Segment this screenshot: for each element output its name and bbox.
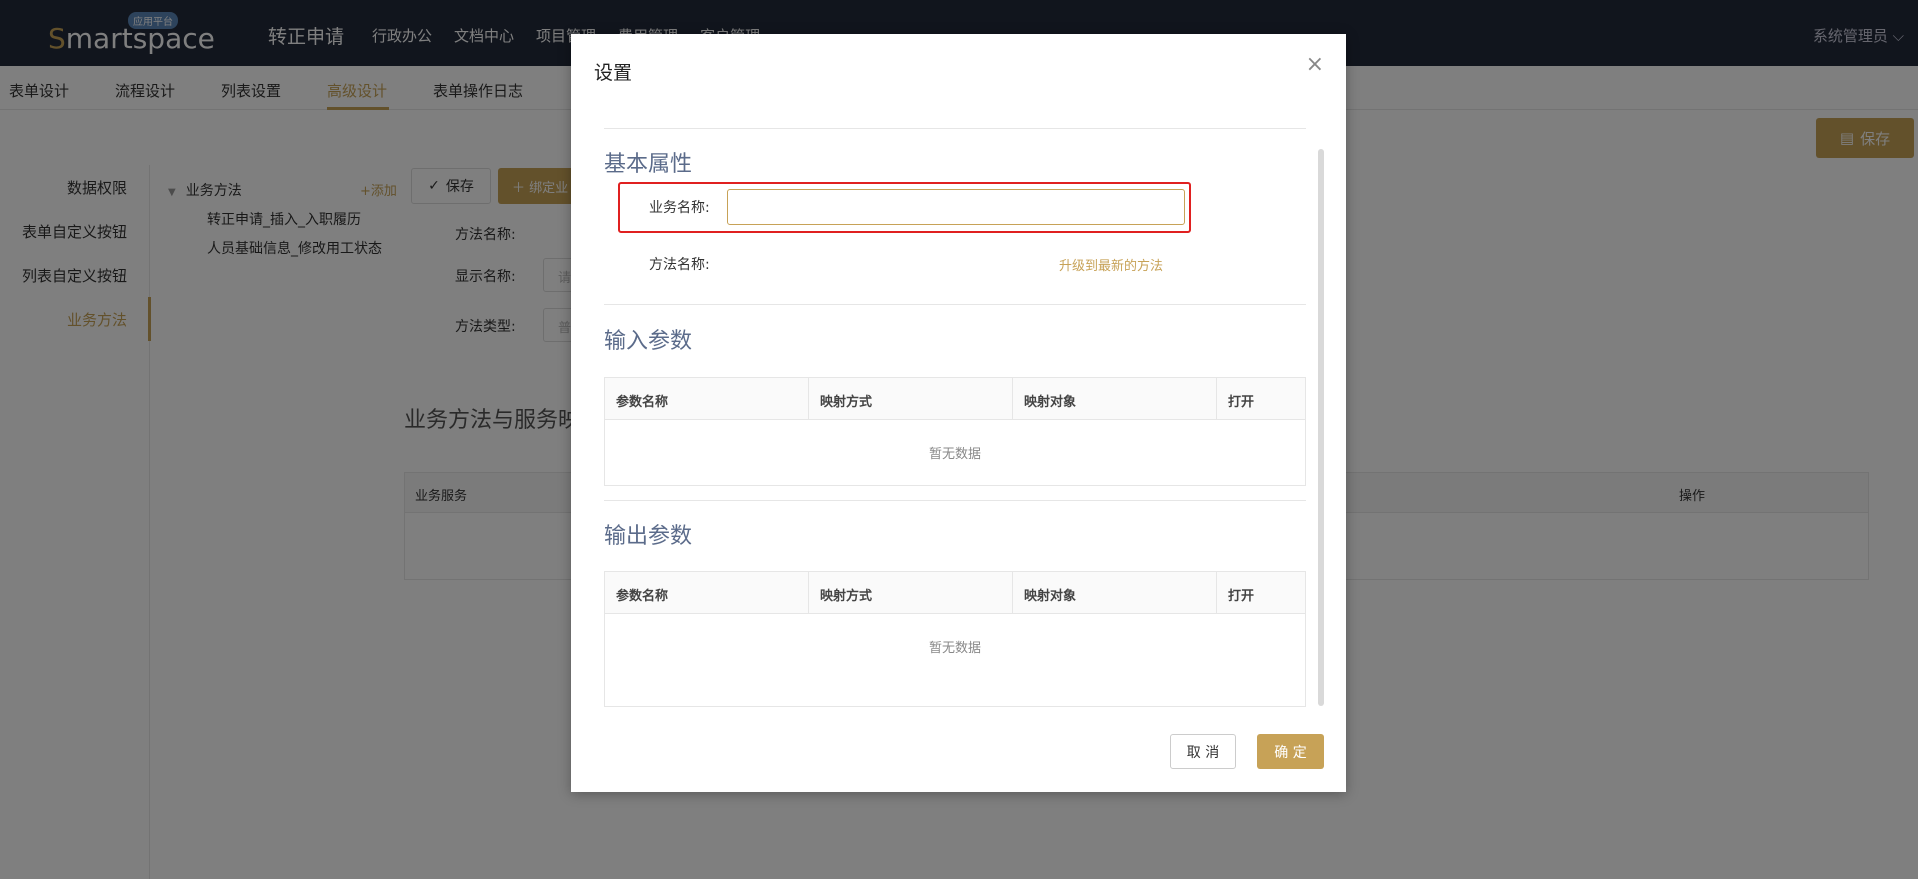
table-header: 参数名称 映射方式 映射对象 打开 xyxy=(605,572,1305,614)
table-header: 参数名称 映射方式 映射对象 打开 xyxy=(605,378,1305,420)
column-header: 映射对象 xyxy=(1024,395,1077,410)
input-params-table: 参数名称 映射方式 映射对象 打开 暂无数据 xyxy=(604,377,1306,486)
column-header: 映射方式 xyxy=(820,395,873,410)
column-divider xyxy=(808,378,809,420)
confirm-button[interactable]: 确 定 xyxy=(1257,734,1324,769)
upgrade-method-link[interactable]: 升级到最新的方法 xyxy=(1059,255,1163,274)
column-header: 打开 xyxy=(1228,395,1255,410)
column-divider xyxy=(1216,572,1217,614)
business-name-label: 业务名称: xyxy=(649,200,710,216)
close-icon[interactable]: × xyxy=(1306,52,1324,77)
column-divider xyxy=(1012,572,1013,614)
scrollbar[interactable] xyxy=(1318,149,1324,706)
input-params-title: 输入参数 xyxy=(604,329,693,354)
column-divider xyxy=(1012,378,1013,420)
column-header: 映射方式 xyxy=(820,589,873,604)
column-header: 打开 xyxy=(1228,589,1255,604)
divider xyxy=(604,128,1306,129)
business-name-input[interactable] xyxy=(727,189,1185,225)
column-divider xyxy=(1216,378,1217,420)
empty-state: 暂无数据 xyxy=(928,641,981,656)
settings-dialog: 设置 × 基本属性 业务名称: 方法名称: 升级到最新的方法 输入参数 参数名称… xyxy=(571,34,1346,792)
output-params-title: 输出参数 xyxy=(604,524,693,549)
cancel-button[interactable]: 取 消 xyxy=(1170,734,1236,769)
column-header: 参数名称 xyxy=(616,589,669,604)
basic-properties-title: 基本属性 xyxy=(604,152,693,177)
column-header: 映射对象 xyxy=(1024,589,1077,604)
divider xyxy=(604,500,1306,501)
dialog-title: 设置 xyxy=(594,62,633,84)
method-name-label: 方法名称: xyxy=(649,257,710,273)
column-header: 参数名称 xyxy=(616,395,669,410)
empty-state: 暂无数据 xyxy=(928,447,981,462)
divider xyxy=(604,304,1306,305)
column-divider xyxy=(808,572,809,614)
output-params-table: 参数名称 映射方式 映射对象 打开 暂无数据 xyxy=(604,571,1306,707)
